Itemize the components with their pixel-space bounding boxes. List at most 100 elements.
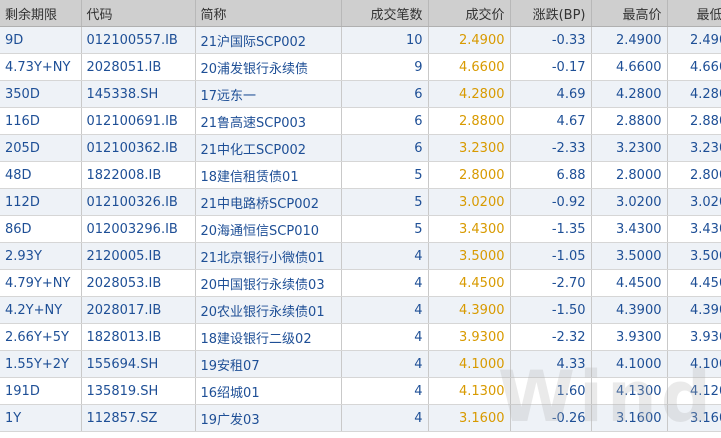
table-row[interactable]: 2.66Y+5Y 1828013.IB 18建设银行二级02 4 3.9300 -2.32… <box>0 323 721 351</box>
cell-price: 4.2800 <box>428 80 511 108</box>
cell-name: 21北京银行小微债01 <box>195 242 342 270</box>
cell-change: -1.05 <box>510 242 592 270</box>
header-term[interactable]: 剩余期限 <box>0 0 82 27</box>
cell-high: 4.4500 <box>591 269 668 297</box>
cell-term: 116D <box>0 107 82 135</box>
cell-count: 10 <box>341 26 429 54</box>
cell-change: -2.70 <box>510 269 592 297</box>
cell-count: 9 <box>341 53 429 81</box>
table-row[interactable]: 4.73Y+NY 2028051.IB 20浦发银行永续债 9 4.6600 -0.17 4… <box>0 53 721 81</box>
cell-change: 6.88 <box>510 161 592 189</box>
cell-code: 012100691.IB <box>81 107 196 135</box>
cell-price: 2.8800 <box>428 107 511 135</box>
cell-low: 4.6600 <box>667 53 721 81</box>
cell-name: 17远东一 <box>195 80 342 108</box>
cell-high: 4.1000 <box>591 350 668 378</box>
cell-code: 1822008.IB <box>81 161 196 189</box>
cell-term: 205D <box>0 134 82 162</box>
cell-name: 18建信租赁债01 <box>195 161 342 189</box>
cell-code: 012100362.IB <box>81 134 196 162</box>
table-row[interactable]: 4.79Y+NY 2028053.IB 20中国银行永续债03 4 4.4500 -2.7… <box>0 269 721 297</box>
cell-price: 3.1600 <box>428 404 511 432</box>
table-row[interactable]: 116D 012100691.IB 21鲁高速SCP003 6 2.8800 4.67 2.… <box>0 107 721 135</box>
cell-price: 3.5000 <box>428 242 511 270</box>
cell-count: 4 <box>341 404 429 432</box>
header-high[interactable]: 最高价 <box>591 0 668 27</box>
cell-high: 2.4900 <box>591 26 668 54</box>
cell-low: 4.4500 <box>667 269 721 297</box>
table-row[interactable]: 191D 135819.SH 16绍城01 4 4.1300 1.60 4.1300 4.12… <box>0 377 721 405</box>
cell-change: 4.67 <box>510 107 592 135</box>
cell-name: 19广发03 <box>195 404 342 432</box>
cell-low: 4.1200 <box>667 377 721 405</box>
cell-term: 350D <box>0 80 82 108</box>
cell-term: 191D <box>0 377 82 405</box>
cell-name: 20浦发银行永续债 <box>195 53 342 81</box>
cell-change: -0.26 <box>510 404 592 432</box>
cell-code: 155694.SH <box>81 350 196 378</box>
table-row[interactable]: 2.93Y 2120005.IB 21北京银行小微债01 4 3.5000 -1.05 3.… <box>0 242 721 270</box>
header-row: 剩余期限 代码 简称 成交笔数 成交价 涨跌(BP) 最高价 最低价 <box>0 0 721 27</box>
table-row[interactable]: 48D 1822008.IB 18建信租赁债01 5 2.8000 6.88 2.8000 2… <box>0 161 721 189</box>
cell-code: 2028017.IB <box>81 296 196 324</box>
cell-count: 6 <box>341 107 429 135</box>
cell-name: 19安租07 <box>195 350 342 378</box>
cell-name: 18建设银行二级02 <box>195 323 342 351</box>
table-row[interactable]: 9D 012100557.IB 21沪国际SCP002 10 2.4900 -0.33 2.… <box>0 26 721 54</box>
cell-name: 21沪国际SCP002 <box>195 26 342 54</box>
cell-name: 21鲁高速SCP003 <box>195 107 342 135</box>
cell-code: 145338.SH <box>81 80 196 108</box>
cell-count: 6 <box>341 80 429 108</box>
cell-high: 4.2800 <box>591 80 668 108</box>
cell-price: 2.4900 <box>428 26 511 54</box>
table-row[interactable]: 350D145338.SH17远东一64.28004.694.28004.280… <box>0 80 721 108</box>
cell-name: 20海通恒信SCP010 <box>195 215 342 243</box>
cell-change: -0.33 <box>510 26 592 54</box>
cell-term: 86D <box>0 215 82 243</box>
cell-term: 4.2Y+NY <box>0 296 82 324</box>
cell-low: 4.3900 <box>667 296 721 324</box>
cell-change: 4.69 <box>510 80 592 108</box>
cell-code: 012003296.IB <box>81 215 196 243</box>
cell-price: 4.1300 <box>428 377 511 405</box>
table-row[interactable]: 86D 012003296.IB 20海通恒信SCP010 5 3.4300 -1.35 3… <box>0 215 721 243</box>
table-row[interactable]: 205D 012100362.IB 21中化工SCP002 6 3.2300 -2.33 3… <box>0 134 721 162</box>
table-row[interactable]: 1Y112857.SZ19广发0343.1600-0.263.16003.160… <box>0 404 721 432</box>
cell-high: 3.1600 <box>591 404 668 432</box>
cell-price: 2.8000 <box>428 161 511 189</box>
header-price[interactable]: 成交价 <box>428 0 511 27</box>
cell-change: -0.17 <box>510 53 592 81</box>
cell-count: 4 <box>341 242 429 270</box>
table-row[interactable]: 4.2Y+NY 2028017.IB 20农业银行永续债01 4 4.3900 -1.50… <box>0 296 721 324</box>
cell-term: 4.73Y+NY <box>0 53 82 81</box>
cell-code: 2028051.IB <box>81 53 196 81</box>
cell-count: 4 <box>341 350 429 378</box>
cell-price: 3.4300 <box>428 215 511 243</box>
cell-name: 21中电路桥SCP002 <box>195 188 342 216</box>
cell-term: 9D <box>0 26 82 54</box>
header-low[interactable]: 最低价 <box>667 0 721 27</box>
table-row[interactable]: 112D 012100326.IB 21中电路桥SCP002 5 3.0200 -0.92… <box>0 188 721 216</box>
cell-name: 21中化工SCP002 <box>195 134 342 162</box>
header-code[interactable]: 代码 <box>81 0 196 27</box>
cell-change: 4.33 <box>510 350 592 378</box>
cell-change: -2.32 <box>510 323 592 351</box>
cell-term: 4.79Y+NY <box>0 269 82 297</box>
cell-high: 3.9300 <box>591 323 668 351</box>
cell-price: 4.3900 <box>428 296 511 324</box>
cell-low: 3.4300 <box>667 215 721 243</box>
cell-low: 2.8800 <box>667 107 721 135</box>
cell-high: 2.8800 <box>591 107 668 135</box>
cell-low: 2.8000 <box>667 161 721 189</box>
header-name[interactable]: 简称 <box>195 0 342 27</box>
cell-high: 3.2300 <box>591 134 668 162</box>
cell-code: 112857.SZ <box>81 404 196 432</box>
cell-count: 5 <box>341 215 429 243</box>
cell-code: 135819.SH <box>81 377 196 405</box>
cell-name: 20中国银行永续债03 <box>195 269 342 297</box>
header-count[interactable]: 成交笔数 <box>341 0 429 27</box>
cell-code: 2120005.IB <box>81 242 196 270</box>
cell-low: 3.2300 <box>667 134 721 162</box>
table-row[interactable]: 1.55Y+2Y 155694.SH 19安租07 4 4.1000 4.33 4.1000… <box>0 350 721 378</box>
header-change[interactable]: 涨跌(BP) <box>510 0 592 27</box>
